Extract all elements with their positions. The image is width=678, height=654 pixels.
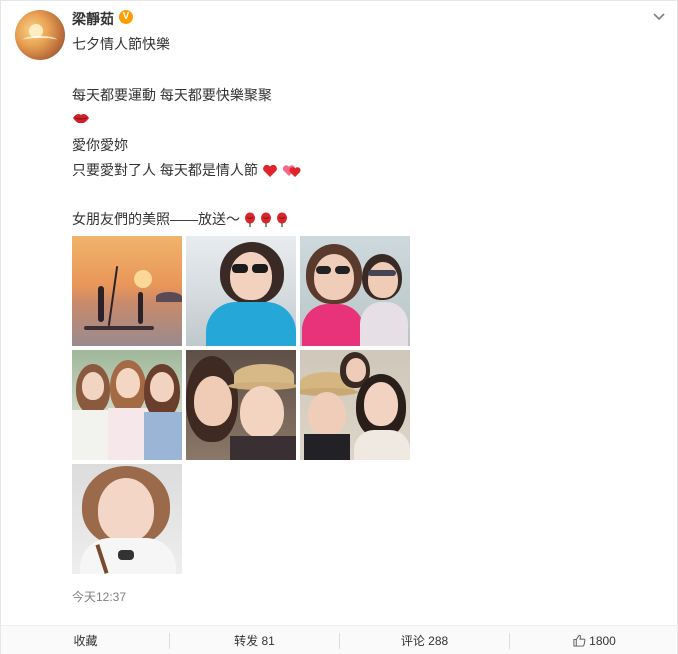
sunset-paddleboard-photo[interactable] — [72, 236, 182, 346]
three-friends-photo[interactable] — [72, 350, 182, 460]
post-text: 女朋友們的美照——放送～ — [72, 211, 240, 227]
favorite-label: 收藏 — [73, 634, 98, 648]
like-button[interactable]: 1800 — [510, 626, 678, 654]
comment-label: 评论 288 — [400, 634, 449, 648]
thumbs-up-icon — [573, 634, 586, 647]
post-text-line-with-emoji: 只要愛對了人 每天都是情人節 — [72, 160, 302, 180]
username[interactable]: 梁靜茹 — [72, 9, 114, 29]
lips-emoji — [73, 114, 89, 124]
selfie-two-friends-sunglasses-photo[interactable] — [300, 236, 410, 346]
two-hearts-emoji — [282, 165, 301, 178]
post-title: 七夕情人節快樂 — [72, 36, 170, 52]
repost-button[interactable]: 转发 81 — [170, 626, 339, 654]
like-count: 1800 — [589, 634, 616, 648]
rose-emoji — [276, 212, 287, 228]
photo-grid — [72, 236, 412, 576]
weibo-post-card: 梁靜茹 V 七夕情人節快樂 每天都要運動 每天都要快樂聚聚 愛你愛妳 只要愛對了… — [0, 0, 678, 654]
verified-badge-icon: V — [119, 10, 133, 24]
two-friends-straw-hat-photo[interactable] — [186, 350, 296, 460]
favorite-button[interactable]: 收藏 — [1, 626, 170, 654]
post-text-line-with-emoji: 女朋友們的美照——放送～ — [72, 209, 288, 229]
post-timestamp[interactable]: 今天12:37 — [72, 588, 126, 605]
heart-emoji — [262, 165, 277, 178]
post-text-line: 每天都要運動 每天都要快樂聚聚 — [72, 87, 272, 103]
rose-emoji — [260, 212, 271, 228]
avatar-signature-shape — [23, 36, 57, 44]
post-emoji-line — [72, 109, 90, 126]
repost-label: 转发 81 — [234, 634, 275, 648]
comment-button[interactable]: 评论 288 — [340, 626, 509, 654]
chevron-down-icon[interactable] — [651, 9, 667, 25]
avatar[interactable] — [15, 10, 65, 60]
rose-emoji — [244, 212, 255, 228]
post-text: 只要愛對了人 每天都是情人節 — [72, 162, 258, 178]
selfie-portrait-photo[interactable] — [72, 464, 182, 574]
three-friends-straw-hat-photo[interactable] — [300, 350, 410, 460]
post-action-bar: 收藏 转发 81 评论 288 1800 — [1, 625, 677, 654]
post-text-line: 愛你愛妳 — [72, 137, 128, 153]
selfie-sunglasses-photo[interactable] — [186, 236, 296, 346]
